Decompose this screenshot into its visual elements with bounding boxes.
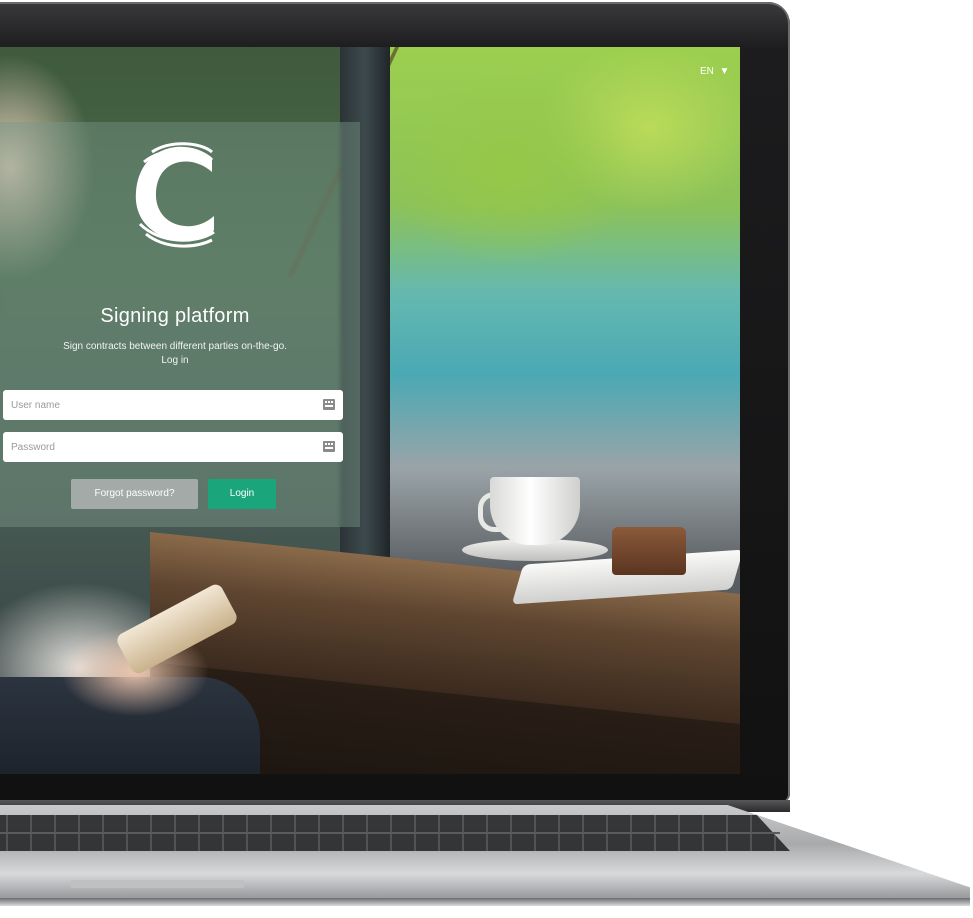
logo xyxy=(130,140,220,250)
caret-down-icon: ▼ xyxy=(716,66,730,77)
keyboard-row-divider xyxy=(0,832,780,834)
logo-c-icon xyxy=(135,142,215,248)
app-subtitle-block: Sign contracts between different parties… xyxy=(0,340,350,368)
login-panel: Signing platform Sign contracts between … xyxy=(0,122,360,527)
password-field[interactable] xyxy=(3,432,343,462)
forgot-password-button[interactable]: Forgot password? xyxy=(71,479,198,509)
login-prompt: Log in xyxy=(161,355,189,366)
username-input[interactable] xyxy=(3,390,303,420)
app-title: Signing platform xyxy=(100,305,250,327)
coffee-cup xyxy=(490,477,580,545)
login-button[interactable]: Login xyxy=(208,479,276,509)
cake xyxy=(612,527,686,575)
screen: EN ▼ Signing platform Sign contracts bet… xyxy=(0,47,740,774)
app-subtitle: Sign contracts between different parties… xyxy=(63,341,287,352)
language-label: EN xyxy=(700,66,714,77)
language-selector[interactable]: EN ▼ xyxy=(700,66,729,77)
keyboard-icon xyxy=(323,399,335,410)
password-input[interactable] xyxy=(3,432,303,462)
trackpad xyxy=(70,880,245,888)
laptop-base-edge xyxy=(0,898,970,906)
keyboard-icon xyxy=(323,441,335,452)
username-field[interactable] xyxy=(3,390,343,420)
